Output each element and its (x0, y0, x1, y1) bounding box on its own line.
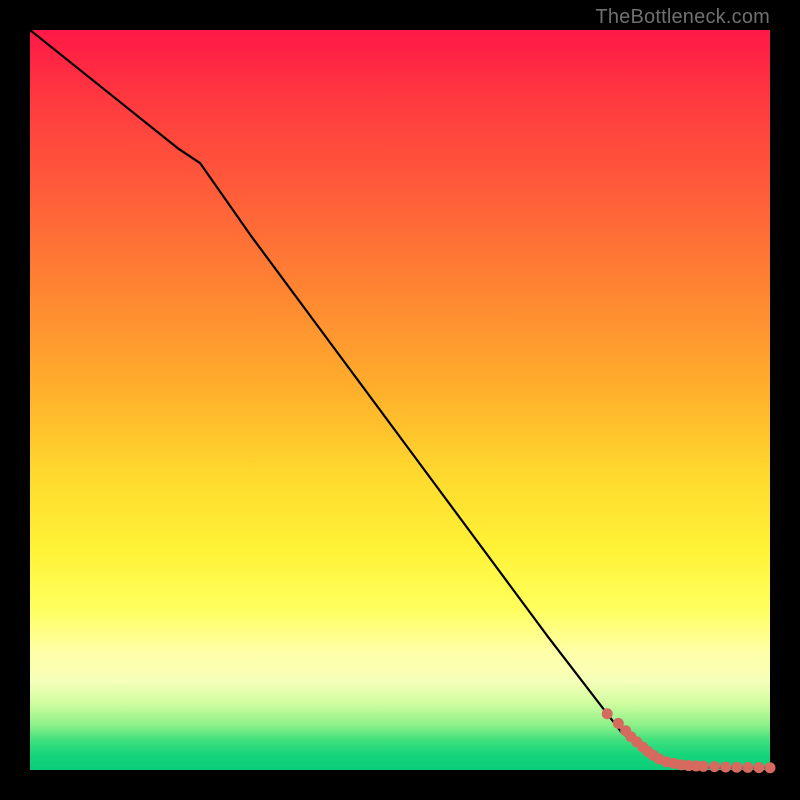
chart-frame: TheBottleneck.com (0, 0, 800, 800)
data-point (698, 761, 709, 772)
data-point (742, 762, 753, 773)
attribution-label: TheBottleneck.com (595, 6, 770, 29)
plot-area (30, 30, 770, 770)
data-point (720, 762, 731, 773)
data-point (709, 761, 720, 772)
series-points (602, 708, 776, 773)
data-point (731, 762, 742, 773)
data-point (602, 708, 613, 719)
data-point (765, 762, 776, 773)
series-curve (30, 30, 770, 768)
chart-overlay (30, 30, 770, 770)
data-point (753, 762, 764, 773)
